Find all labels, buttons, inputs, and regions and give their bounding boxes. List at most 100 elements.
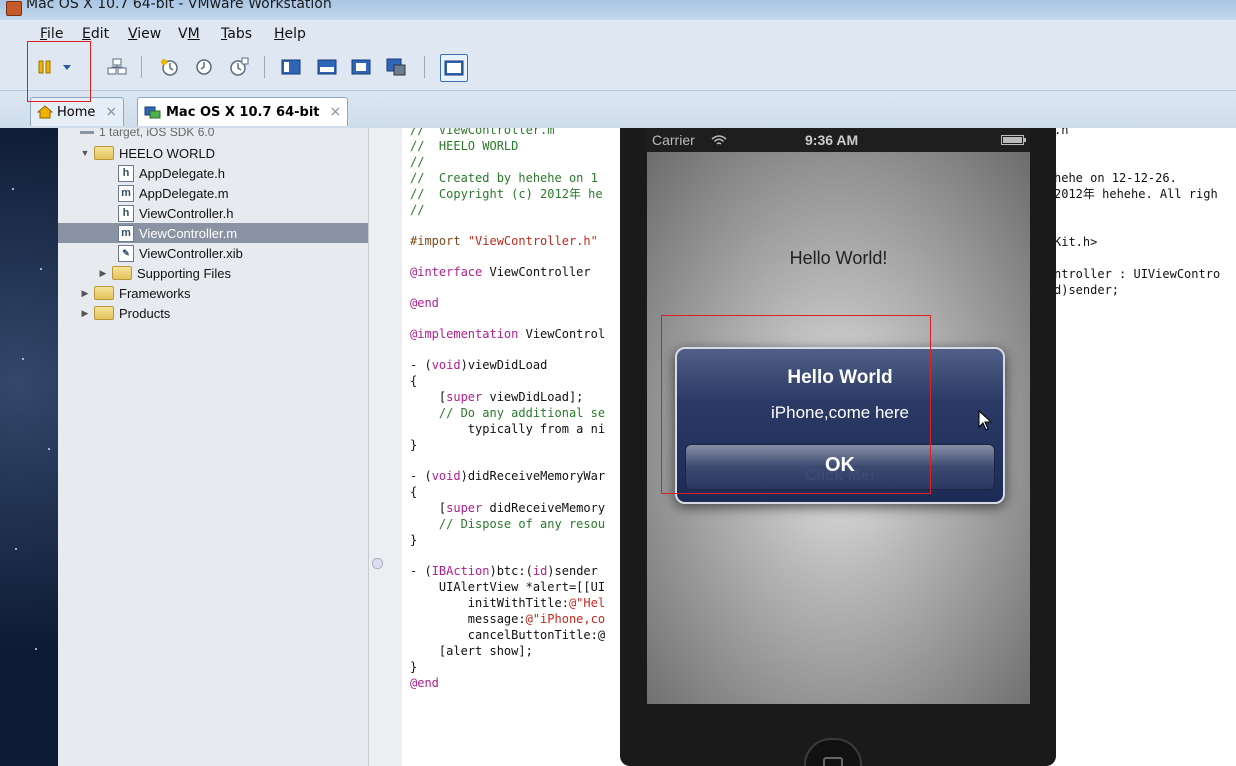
code-line: {	[410, 374, 418, 388]
code-line: [super didReceiveMemory	[410, 501, 606, 515]
folder-icon	[94, 286, 114, 300]
editor-gutter	[368, 128, 403, 766]
menu-view[interactable]: View	[128, 26, 161, 42]
snapshot-manager-icon[interactable]	[228, 57, 250, 77]
file-viewcontroller-m-label: ViewController.m	[139, 225, 238, 241]
snapshot-revert-icon[interactable]	[193, 57, 215, 77]
code-line: initWithTitle:@"Hel	[410, 596, 606, 610]
code-line: {	[410, 485, 418, 499]
code-line: @end	[410, 676, 439, 690]
code-line: - (void)didReceiveMemoryWar	[410, 469, 606, 483]
code-line: message:@"iPhone,co	[410, 612, 606, 626]
group-products[interactable]: ▶ Products	[58, 303, 390, 323]
xib-file-icon: ✎	[118, 244, 134, 262]
window-title: Mac OS X 10.7 64-bit - VMware Workstatio…	[26, 0, 332, 12]
group-heelo-world[interactable]: ▼ HEELO WORLD	[58, 143, 390, 163]
project-navigator: 1 target, iOS SDK 6.0 ▼ HEELO WORLD h Ap…	[58, 128, 428, 766]
tab-vm-close-icon[interactable]: ×	[330, 104, 342, 120]
folder-icon	[94, 146, 114, 160]
menu-file[interactable]: File	[40, 26, 63, 42]
disclosure-closed-icon[interactable]: ▶	[98, 268, 108, 279]
guest-display[interactable]: 1 target, iOS SDK 6.0 ▼ HEELO WORLD h Ap…	[0, 128, 1236, 766]
code-line-right	[1054, 218, 1220, 234]
highlight-box-pause	[27, 41, 91, 102]
menu-tabs[interactable]: Tabs	[221, 26, 252, 42]
mouse-cursor-icon	[978, 410, 993, 431]
highlight-box-alert	[661, 315, 931, 494]
file-appdelegate-m-label: AppDelegate.m	[139, 185, 229, 201]
folder-icon	[94, 306, 114, 320]
menu-vm-accel: M	[187, 26, 200, 42]
menu-edit-accel: E	[82, 26, 91, 42]
window-titlebar: Mac OS X 10.7 64-bit - VMware Workstatio…	[0, 0, 1236, 20]
group-products-label: Products	[119, 305, 171, 321]
code-line: [alert show];	[410, 644, 533, 658]
menu-help[interactable]: Help	[274, 26, 306, 42]
code-line-right: .h	[1054, 128, 1069, 137]
code-line: // HEELO WORLD	[410, 139, 519, 153]
menu-file-accel: F	[40, 26, 48, 42]
home-square-icon	[823, 757, 843, 766]
star	[15, 548, 17, 550]
group-frameworks[interactable]: ▶ Frameworks	[58, 283, 390, 303]
menu-help-accel: H	[274, 26, 285, 42]
code-line-right	[1054, 202, 1220, 218]
code-editor-right[interactable]: .h hehe on 12-12-26. 2012年 hehehe. All ri…	[1050, 128, 1236, 766]
tab-vm[interactable]: Mac OS X 10.7 64-bit ×	[137, 97, 349, 126]
wifi-icon	[711, 135, 727, 145]
code-line: typically from a ni	[410, 422, 606, 436]
disclosure-closed-icon[interactable]: ▶	[80, 288, 90, 299]
code-line: @end	[410, 296, 439, 310]
code-line: // ViewController.m	[410, 128, 555, 137]
show-console-icon[interactable]	[280, 57, 302, 77]
menu-tabs-label: abs	[227, 26, 252, 42]
menu-file-label: ile	[47, 26, 64, 42]
code-line: //	[410, 155, 425, 169]
target-icon	[80, 130, 94, 134]
hello-world-label: Hello World!	[789, 248, 888, 268]
code-line-right	[1054, 154, 1220, 170]
tab-vm-label: Mac OS X 10.7 64-bit	[166, 104, 320, 120]
star	[48, 448, 50, 450]
code-text: // ViewController.m // HEELO WORLD // // Cr…	[410, 128, 605, 691]
menu-bar: File Edit View VM Tabs Help	[0, 20, 1236, 48]
star	[40, 268, 42, 270]
disclosure-closed-icon[interactable]: ▶	[80, 308, 90, 319]
disclosure-open-icon[interactable]: ▼	[80, 148, 90, 158]
send-ctrl-alt-del-icon[interactable]	[106, 57, 128, 77]
target-summary: 1 target, iOS SDK 6.0	[58, 128, 390, 142]
toolbar-separator	[141, 56, 142, 78]
menu-vm[interactable]: VM	[178, 26, 200, 42]
code-line: // Do any additional se	[410, 406, 606, 420]
battery-icon	[1001, 135, 1026, 145]
code-line: - (void)viewDidLoad	[410, 358, 548, 372]
tab-home-label: Home	[57, 104, 96, 120]
vm-icon	[144, 106, 161, 119]
splitter-handle-icon[interactable]	[372, 558, 383, 569]
full-screen-icon[interactable]	[350, 57, 372, 77]
code-line: @implementation ViewControl	[410, 327, 606, 341]
desktop-background	[0, 128, 58, 766]
code-editor[interactable]: // ViewController.m // HEELO WORLD // // Cr…	[402, 128, 628, 766]
target-summary-label: 1 target, iOS SDK 6.0	[99, 128, 215, 139]
group-supporting-files[interactable]: ▶ Supporting Files	[58, 263, 408, 283]
group-frameworks-label: Frameworks	[119, 285, 191, 301]
status-time: 9:36 AM	[805, 132, 859, 148]
quick-switch-icon[interactable]	[316, 57, 338, 77]
menu-edit-label: dit	[90, 26, 110, 42]
menu-edit[interactable]: Edit	[82, 26, 109, 42]
tab-home-close-icon[interactable]: ×	[105, 104, 117, 120]
snapshot-take-icon[interactable]	[158, 57, 180, 77]
code-line: // Created by hehehe on 1	[410, 171, 598, 185]
code-line: - (IBAction)btc:(id)sender	[410, 564, 598, 578]
menu-view-accel: V	[128, 26, 138, 42]
fit-guest-icon[interactable]	[440, 54, 468, 82]
header-file-icon: h	[118, 164, 134, 182]
unity-icon[interactable]	[385, 57, 407, 77]
